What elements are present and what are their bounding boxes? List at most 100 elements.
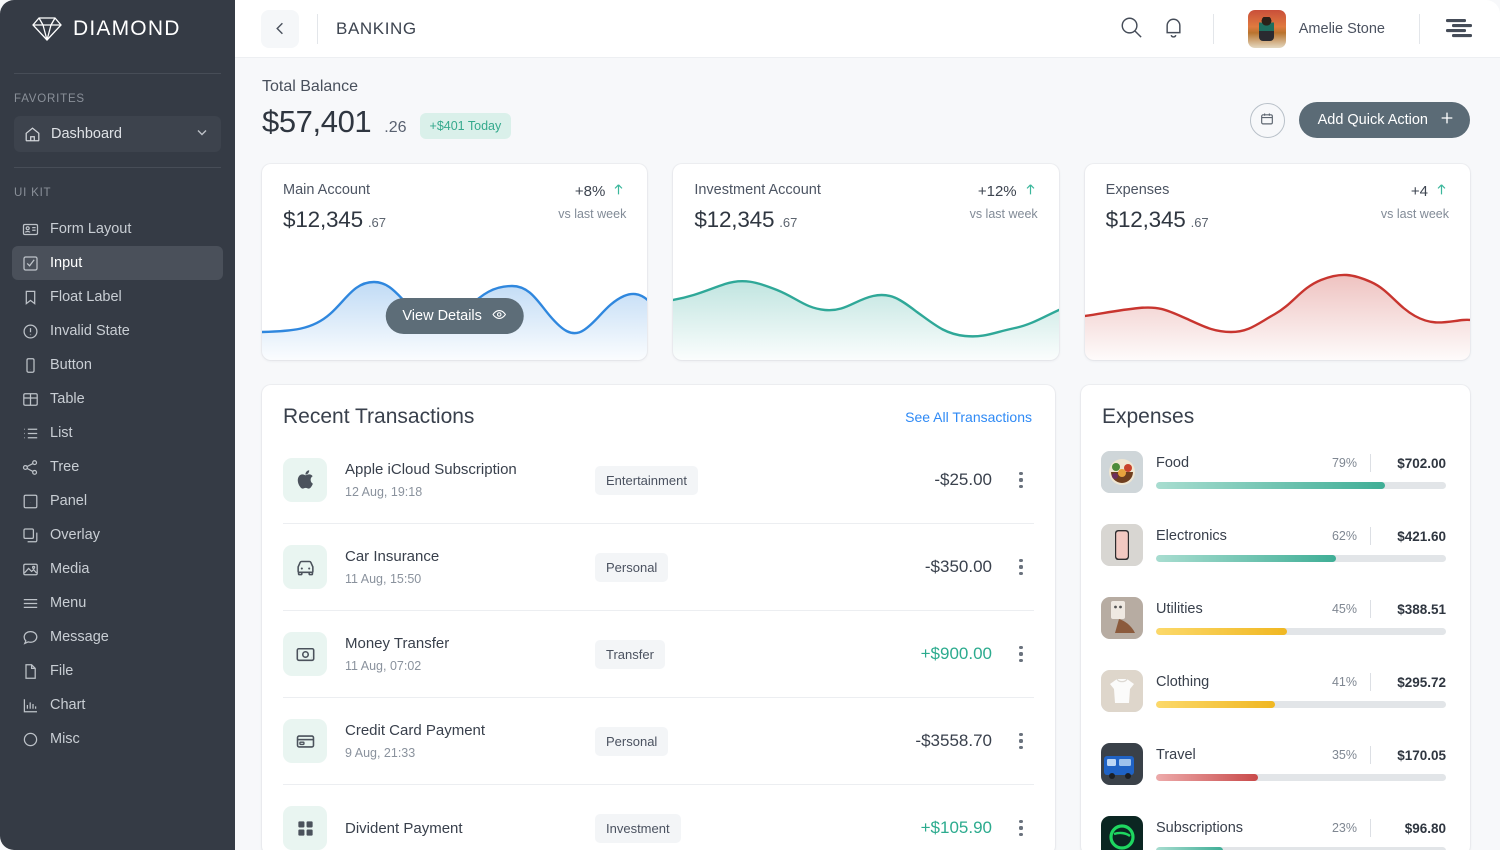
- expense-row[interactable]: Food 79% $702.00: [1101, 435, 1446, 508]
- transaction-more-icon[interactable]: [1008, 472, 1034, 489]
- sidebar-item-button[interactable]: Button: [12, 348, 223, 382]
- expense-progress-track: [1156, 774, 1446, 781]
- sidebar-item-menu[interactable]: Menu: [12, 586, 223, 620]
- media-image-icon: [22, 561, 39, 578]
- account-amount-decimal: .67: [368, 215, 386, 230]
- expense-row[interactable]: Travel 35% $170.05: [1101, 727, 1446, 800]
- expense-percent: 35%: [1332, 748, 1357, 762]
- sidebar-item-tree[interactable]: Tree: [12, 450, 223, 484]
- expense-divider: [1370, 527, 1371, 545]
- transactions-header: Recent Transactions See All Transactions: [262, 385, 1055, 429]
- sidebar-item-overlay[interactable]: Overlay: [12, 518, 223, 552]
- transaction-category-tag: Investment: [595, 814, 681, 843]
- arrow-up-icon: [1023, 182, 1038, 201]
- expense-body: Travel 35% $170.05: [1156, 746, 1446, 781]
- sidebar-item-panel[interactable]: Panel: [12, 484, 223, 518]
- transactions-title: Recent Transactions: [283, 405, 474, 429]
- expense-body: Clothing 41% $295.72: [1156, 673, 1446, 708]
- transaction-amount: +$105.90: [921, 818, 992, 838]
- transaction-category-tag: Entertainment: [595, 466, 698, 495]
- transaction-time: 12 Aug, 19:18: [345, 485, 595, 499]
- sidebar-item-label: Message: [50, 629, 109, 645]
- chevron-down-icon: [195, 125, 209, 143]
- bell-icon: [1161, 15, 1186, 43]
- transaction-time: 9 Aug, 21:33: [345, 746, 595, 760]
- sidebar-item-invalid-state[interactable]: Invalid State: [12, 314, 223, 348]
- account-delta-value: +4: [1411, 183, 1428, 200]
- expense-progress-fill: [1156, 701, 1275, 708]
- expense-row[interactable]: Subscriptions 23% $96.80: [1101, 800, 1446, 850]
- user-menu[interactable]: Amelie Stone: [1232, 10, 1401, 48]
- transaction-more-icon[interactable]: [1008, 820, 1034, 837]
- account-cards-row: Main Account $12,345 .67 +8% vs last wee…: [262, 164, 1470, 360]
- expense-progress-track: [1156, 482, 1446, 489]
- sidebar-item-dashboard[interactable]: Dashboard: [14, 116, 221, 152]
- expense-row[interactable]: Utilities 45% $388.51: [1101, 581, 1446, 654]
- brand[interactable]: DIAMOND: [0, 0, 235, 58]
- home-icon: [24, 126, 41, 143]
- expense-divider: [1370, 746, 1371, 764]
- account-card[interactable]: Main Account $12,345 .67 +8% vs last wee…: [262, 164, 647, 360]
- transaction-more-icon[interactable]: [1008, 733, 1034, 750]
- sidebar-section-uikit: UI KIT: [0, 168, 235, 210]
- calendar-button[interactable]: [1250, 103, 1285, 138]
- balance-today-badge: +$401 Today: [420, 113, 512, 139]
- avatar: [1248, 10, 1286, 48]
- transaction-more-icon[interactable]: [1008, 646, 1034, 663]
- account-card[interactable]: Expenses $12,345 .67 +4 vs last week: [1085, 164, 1470, 360]
- expense-percent: 62%: [1332, 529, 1357, 543]
- sidebar-item-input[interactable]: Input: [12, 246, 223, 280]
- shirt-thumb: [1101, 670, 1143, 712]
- account-amount: $12,345 .67: [1106, 207, 1209, 233]
- app-thumb: [1101, 816, 1143, 850]
- account-title: Investment Account: [694, 182, 821, 198]
- sidebar-item-table[interactable]: Table: [12, 382, 223, 416]
- expenses-panel: Expenses Food 79% $702.00 Electronics: [1081, 385, 1470, 850]
- sidebar-item-form-layout[interactable]: Form Layout: [12, 212, 223, 246]
- table-icon: [22, 391, 39, 408]
- account-title: Main Account: [283, 182, 386, 198]
- expense-row[interactable]: Clothing 41% $295.72: [1101, 654, 1446, 727]
- account-amount-integer: $12,345: [1106, 207, 1186, 233]
- account-card-left: Expenses $12,345 .67: [1106, 182, 1209, 233]
- transaction-row[interactable]: Credit Card Payment 9 Aug, 21:33 Persona…: [283, 698, 1034, 785]
- account-delta: +8%: [558, 182, 626, 201]
- expense-top: Utilities 45% $388.51: [1156, 600, 1446, 618]
- account-card[interactable]: Investment Account $12,345 .67 +12% vs l…: [673, 164, 1058, 360]
- sidebar-item-label: Menu: [50, 595, 86, 611]
- expense-percent: 23%: [1332, 821, 1357, 835]
- chart-bars-icon: [22, 697, 39, 714]
- transaction-row[interactable]: Car Insurance 11 Aug, 15:50 Personal -$3…: [283, 524, 1034, 611]
- sidebar-item-misc[interactable]: Misc: [12, 722, 223, 756]
- sidebar-item-media[interactable]: Media: [12, 552, 223, 586]
- sidebar-item-chart[interactable]: Chart: [12, 688, 223, 722]
- see-all-transactions-link[interactable]: See All Transactions: [905, 409, 1032, 425]
- account-subtext: vs last week: [1381, 207, 1449, 221]
- diamond-logo-icon: [32, 15, 62, 43]
- expense-name: Utilities: [1156, 601, 1203, 617]
- add-quick-action-button[interactable]: Add Quick Action: [1299, 102, 1470, 138]
- sidebar-item-file[interactable]: File: [12, 654, 223, 688]
- transaction-row[interactable]: Money Transfer 11 Aug, 07:02 Transfer +$…: [283, 611, 1034, 698]
- expense-progress-fill: [1156, 482, 1385, 489]
- transaction-row[interactable]: Apple iCloud Subscription 12 Aug, 19:18 …: [283, 437, 1034, 524]
- view-details-button[interactable]: View Details: [385, 298, 524, 334]
- transaction-more-icon[interactable]: [1008, 559, 1034, 576]
- balance-decimal: .26: [384, 119, 406, 137]
- back-button[interactable]: [261, 10, 299, 48]
- sidebar-item-float-label[interactable]: Float Label: [12, 280, 223, 314]
- sidebar-item-list[interactable]: List: [12, 416, 223, 450]
- expense-row[interactable]: Electronics 62% $421.60: [1101, 508, 1446, 581]
- sidebar-item-message[interactable]: Message: [12, 620, 223, 654]
- arrow-up-icon: [611, 182, 626, 201]
- transaction-category-tag: Personal: [595, 553, 668, 582]
- search-button[interactable]: [1111, 8, 1153, 50]
- menu-toggle-button[interactable]: [1438, 8, 1480, 50]
- notifications-button[interactable]: [1153, 8, 1195, 50]
- account-card-right: +4 vs last week: [1381, 182, 1449, 233]
- sidebar-item-label: Chart: [50, 697, 85, 713]
- transaction-row[interactable]: Divident Payment Investment +$105.90: [283, 785, 1034, 850]
- expenses-list: Food 79% $702.00 Electronics 62% $421.60: [1081, 429, 1470, 850]
- input-check-icon: [22, 255, 39, 272]
- transactions-list: Apple iCloud Subscription 12 Aug, 19:18 …: [262, 437, 1055, 850]
